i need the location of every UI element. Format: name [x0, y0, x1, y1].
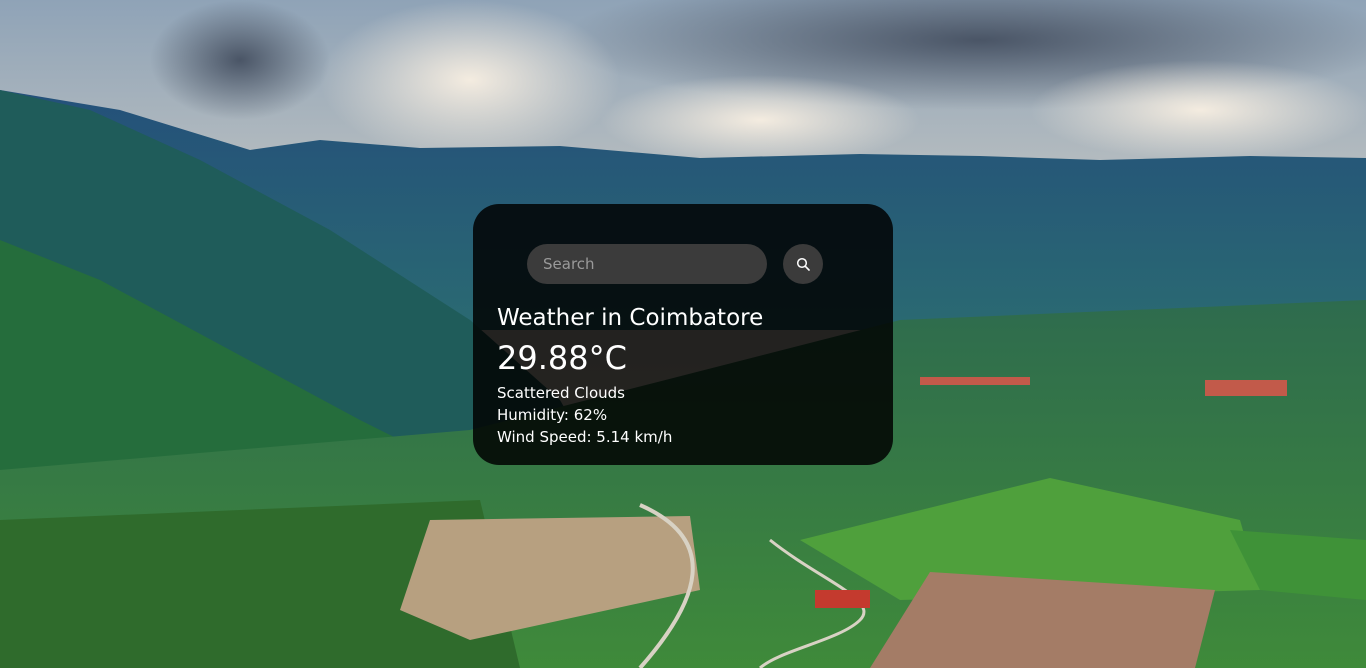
search-button[interactable] — [783, 244, 823, 284]
humidity-value: Humidity: 62% — [497, 406, 608, 424]
weather-card: Weather in Coimbatore 29.88°C Scattered … — [473, 204, 893, 465]
weather-description: Scattered Clouds — [497, 384, 625, 402]
search-input[interactable] — [527, 244, 767, 284]
wind-speed-value: Wind Speed: 5.14 km/h — [497, 428, 673, 446]
search-icon — [796, 257, 810, 271]
weather-location-title: Weather in Coimbatore — [497, 305, 764, 331]
temperature-value: 29.88°C — [497, 339, 627, 377]
search-bar — [527, 244, 869, 284]
